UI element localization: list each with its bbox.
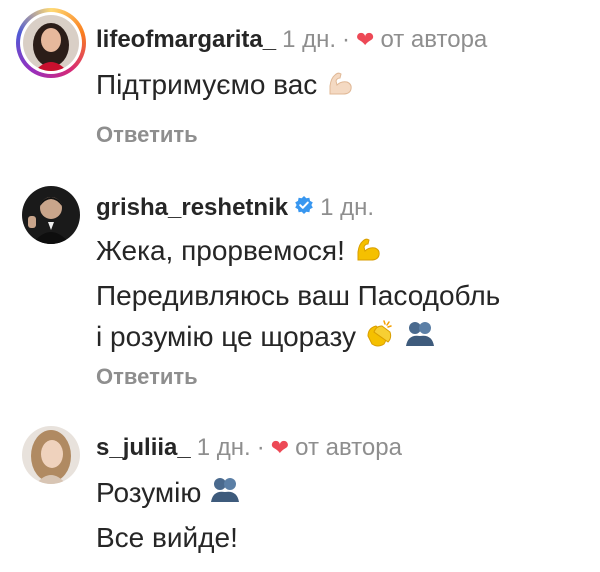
liked-by-author-label: от автора	[295, 434, 402, 461]
username[interactable]: s_juliia_	[96, 434, 191, 462]
meta-separator: ·	[256, 434, 265, 461]
comment-text-line: Все вийде!	[96, 522, 238, 553]
comment-text-line: Розумію	[96, 472, 241, 517]
avatar-s-juliia[interactable]	[22, 426, 80, 484]
timestamp: 1 дн.	[196, 434, 251, 461]
heart-icon: ❤	[270, 435, 290, 460]
people-hugging-icon	[209, 474, 241, 517]
comment-3: s_juliia_ 1 дн. · ❤ от автора Розумію Вс…	[0, 0, 600, 572]
